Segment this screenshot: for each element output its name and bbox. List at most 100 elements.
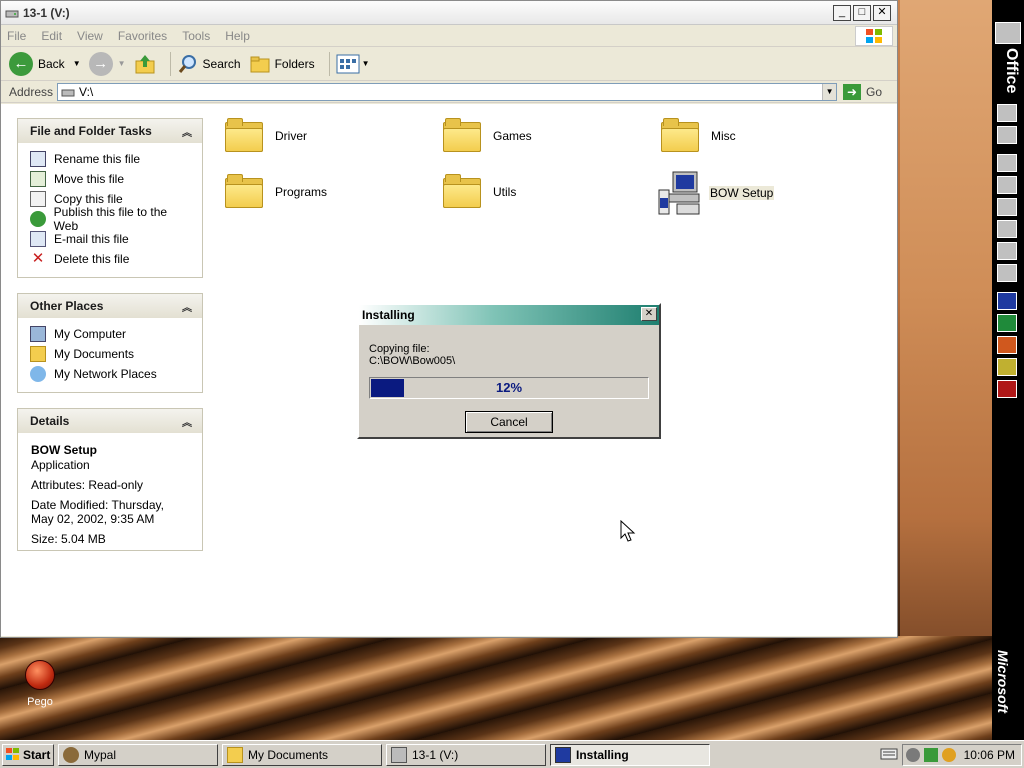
access-icon[interactable] xyxy=(997,358,1017,376)
place-my-computer[interactable]: My Computer xyxy=(30,324,192,344)
collapse-icon[interactable]: ︽ xyxy=(182,299,192,314)
minimize-button[interactable]: _ xyxy=(833,4,851,21)
office-label: Office xyxy=(1003,48,1020,94)
note-icon[interactable] xyxy=(997,264,1017,282)
folder-icon xyxy=(225,174,263,210)
dialog-titlebar[interactable]: Installing ✕ xyxy=(359,305,659,325)
panel-title: Other Places xyxy=(30,299,104,313)
back-arrow-icon: ← xyxy=(9,51,33,76)
taskbar-item-installing[interactable]: Installing xyxy=(550,743,710,766)
task-delete[interactable]: ✕ Delete this file xyxy=(30,249,192,269)
task-move[interactable]: Move this file xyxy=(30,169,192,189)
delete-x-icon: ✕ xyxy=(31,250,45,267)
place-label: My Network Places xyxy=(54,367,157,381)
powerpoint-icon[interactable] xyxy=(997,336,1017,354)
menu-edit[interactable]: Edit xyxy=(41,29,62,43)
tray-search-icon[interactable] xyxy=(941,748,956,762)
views-button[interactable]: ▼ xyxy=(336,54,370,74)
close-button[interactable]: ✕ xyxy=(873,4,891,21)
folder-item-programs[interactable]: Programs xyxy=(225,174,327,210)
panel-header[interactable]: Other Places ︽ xyxy=(18,294,202,318)
contact-icon[interactable] xyxy=(997,220,1017,238)
chevron-down-icon: ▼ xyxy=(117,59,126,68)
tray-app-icon[interactable] xyxy=(905,748,920,762)
taskbar-item-label: 13-1 (V:) xyxy=(412,747,459,762)
place-label: My Documents xyxy=(54,347,135,361)
email-icon[interactable] xyxy=(997,154,1017,172)
details-size: Size: 5.04 MB xyxy=(31,532,106,546)
windows-logo-icon xyxy=(855,26,893,46)
folder-item-driver[interactable]: Driver xyxy=(225,118,307,154)
calendar-icon[interactable] xyxy=(997,176,1017,194)
keyboard-icon[interactable] xyxy=(880,748,898,763)
task-label: Delete this file xyxy=(54,252,130,266)
start-label: Start xyxy=(23,747,51,762)
task-label: Move this file xyxy=(54,172,125,186)
drive-icon xyxy=(391,746,407,763)
window-titlebar[interactable]: 13-1 (V:) _ □ ✕ xyxy=(1,1,897,25)
cancel-button[interactable]: Cancel xyxy=(465,411,553,433)
back-button[interactable]: ← Back ▼ xyxy=(9,51,81,76)
new-document-icon[interactable] xyxy=(997,104,1017,122)
dialog-close-button[interactable]: ✕ xyxy=(641,307,657,321)
menu-file[interactable]: File xyxy=(7,29,26,43)
task-icon[interactable] xyxy=(997,198,1017,216)
office-shortcut-bar: Office Microsoft xyxy=(992,0,1024,740)
tray-network-icon[interactable] xyxy=(923,748,938,762)
email-icon xyxy=(30,231,46,247)
place-my-documents[interactable]: My Documents xyxy=(30,344,192,364)
task-rename[interactable]: Rename this file xyxy=(30,149,192,169)
panel-header[interactable]: File and Folder Tasks ︽ xyxy=(18,119,202,143)
journal-icon[interactable] xyxy=(997,242,1017,260)
search-button[interactable]: Search xyxy=(177,53,241,75)
menu-tools[interactable]: Tools xyxy=(182,29,210,43)
publisher-icon[interactable] xyxy=(997,380,1017,398)
maximize-button[interactable]: □ xyxy=(853,4,871,21)
address-dropdown-button[interactable]: ▼ xyxy=(822,83,837,100)
up-folder-button[interactable] xyxy=(134,53,156,75)
taskbar-item-my-documents[interactable]: My Documents xyxy=(222,743,382,766)
desktop-icon-label: Pego xyxy=(27,696,53,708)
task-publish[interactable]: Publish this file to the Web xyxy=(30,205,192,233)
go-button[interactable]: ➜ Go xyxy=(843,83,883,100)
folder-item-misc[interactable]: Misc xyxy=(661,118,736,154)
globe-icon xyxy=(30,211,46,227)
folders-label: Folders xyxy=(274,56,315,71)
collapse-icon[interactable]: ︽ xyxy=(182,414,192,429)
menu-help[interactable]: Help xyxy=(225,29,250,43)
computer-icon xyxy=(30,326,46,342)
desktop-icon-pego[interactable]: Pego xyxy=(20,660,60,708)
drive-icon xyxy=(61,89,75,96)
go-arrow-icon: ➜ xyxy=(843,83,862,100)
folders-icon xyxy=(250,56,270,72)
file-label: Utils xyxy=(493,185,517,199)
file-folder-tasks-panel: File and Folder Tasks ︽ Rename this file… xyxy=(17,118,203,278)
explorer-window: 13-1 (V:) _ □ ✕ File Edit View Favorites… xyxy=(0,0,898,638)
file-item-bow-setup[interactable]: BOW Setup xyxy=(655,168,775,218)
address-input[interactable]: V:\ ▼ xyxy=(57,82,838,101)
menu-favorites[interactable]: Favorites xyxy=(118,29,167,43)
folder-item-games[interactable]: Games xyxy=(443,118,532,154)
taskbar-item-label: Installing xyxy=(576,747,629,762)
panel-header[interactable]: Details ︽ xyxy=(18,409,202,433)
address-bar: Address V:\ ▼ ➜ Go xyxy=(1,81,897,103)
taskbar-item-label: Mypal xyxy=(84,747,117,762)
collapse-icon[interactable]: ︽ xyxy=(182,124,192,139)
taskbar-item-drive[interactable]: 13-1 (V:) xyxy=(386,743,546,766)
place-network[interactable]: My Network Places xyxy=(30,364,192,384)
open-document-icon[interactable] xyxy=(997,126,1017,144)
network-icon xyxy=(30,366,46,382)
go-label: Go xyxy=(866,84,883,99)
other-places-panel: Other Places ︽ My Computer My Documents … xyxy=(17,293,203,393)
folder-item-utils[interactable]: Utils xyxy=(443,174,516,210)
menu-view[interactable]: View xyxy=(77,29,103,43)
word-icon[interactable] xyxy=(997,292,1017,310)
office-folder-icon[interactable] xyxy=(995,22,1021,44)
toolbar-separator xyxy=(328,51,330,76)
excel-icon[interactable] xyxy=(997,314,1017,332)
folders-button[interactable]: Folders xyxy=(249,53,315,75)
taskbar-item-mypal[interactable]: Mypal xyxy=(58,743,218,766)
clock[interactable]: 10:06 PM xyxy=(964,748,1015,762)
forward-button[interactable]: → ▼ xyxy=(88,51,126,76)
start-button[interactable]: Start xyxy=(2,743,54,766)
